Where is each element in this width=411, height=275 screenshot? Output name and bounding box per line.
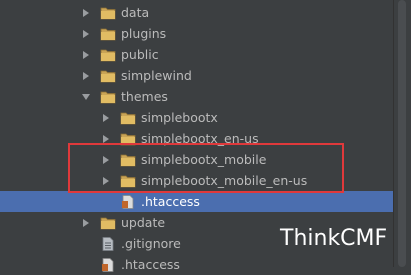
- tree-item-simplebootx-mobile-en-us[interactable]: simplebootx_mobile_en-us: [0, 170, 393, 191]
- tree-item-public[interactable]: public: [0, 44, 393, 65]
- tree-item-label: .gitignore: [121, 236, 181, 251]
- expand-arrow-icon[interactable]: [80, 70, 92, 82]
- watermark-text: ThinkCMF: [280, 226, 388, 251]
- expand-arrow-icon[interactable]: [80, 28, 92, 40]
- tree-item-simplewind[interactable]: simplewind: [0, 65, 393, 86]
- tree-item-label: public: [121, 47, 159, 62]
- folder-icon: [100, 6, 116, 20]
- tree-item-data[interactable]: data: [0, 2, 393, 23]
- tree-item-simplebootx[interactable]: simplebootx: [0, 107, 393, 128]
- expand-arrow-icon[interactable]: [100, 133, 112, 145]
- folder-icon: [120, 153, 136, 167]
- folder-icon: [100, 69, 116, 83]
- tree-item-simplebootx-en-us[interactable]: simplebootx_en-us: [0, 128, 393, 149]
- folder-icon: [120, 111, 136, 125]
- file-icon: [100, 236, 116, 251]
- folder-icon: [100, 27, 116, 41]
- tree-item-label: update: [121, 215, 166, 230]
- expand-arrow-icon[interactable]: [80, 217, 92, 229]
- tree-item-label: simplebootx: [141, 110, 218, 125]
- file-icon: [100, 257, 116, 272]
- folder-icon: [100, 216, 116, 230]
- file-icon: [120, 194, 136, 209]
- tree-item-label: themes: [121, 89, 168, 104]
- tree-item-label: .htaccess: [141, 194, 200, 209]
- expand-arrow-icon[interactable]: [100, 154, 112, 166]
- tree-item-label: simplebootx_mobile: [141, 152, 267, 167]
- tree-item-label: .htaccess: [121, 257, 180, 272]
- tree-item-simplebootx-mobile[interactable]: simplebootx_mobile: [0, 149, 393, 170]
- expand-arrow-icon[interactable]: [80, 7, 92, 19]
- tree-item-label: data: [121, 5, 150, 20]
- tree-item-themes[interactable]: themes: [0, 86, 393, 107]
- tree-item-label: simplewind: [121, 68, 192, 83]
- expand-arrow-icon[interactable]: [100, 175, 112, 187]
- vertical-scrollbar[interactable]: [393, 0, 411, 267]
- tree-item-label: simplebootx_mobile_en-us: [141, 173, 308, 188]
- folder-icon: [120, 174, 136, 188]
- expand-arrow-icon[interactable]: [80, 49, 92, 61]
- tree-item-plugins[interactable]: plugins: [0, 23, 393, 44]
- tree-item-label: plugins: [121, 26, 167, 41]
- expand-arrow-icon[interactable]: [100, 112, 112, 124]
- folder-icon: [100, 48, 116, 62]
- collapse-arrow-icon[interactable]: [80, 91, 92, 103]
- scrollbar-thumb[interactable]: [398, 0, 406, 267]
- tree-item-htaccess-selected[interactable]: .htaccess: [0, 191, 393, 212]
- folder-icon: [100, 90, 116, 104]
- folder-icon: [120, 132, 136, 146]
- tree-item-htaccess[interactable]: .htaccess: [0, 254, 393, 275]
- tree-item-label: simplebootx_en-us: [141, 131, 259, 146]
